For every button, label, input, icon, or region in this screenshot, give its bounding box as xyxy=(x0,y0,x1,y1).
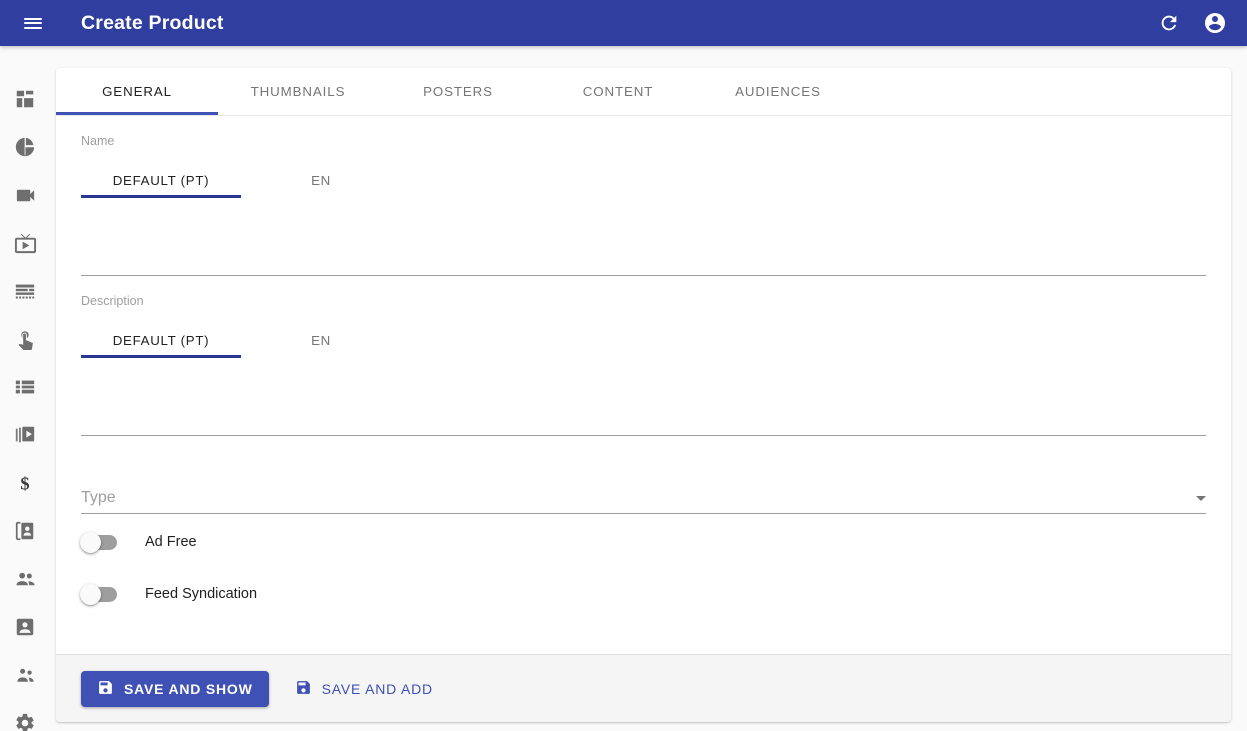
contact-phone-icon xyxy=(14,520,36,542)
ad-free-toggle[interactable] xyxy=(80,531,117,553)
sidebar-item-account-box[interactable] xyxy=(0,603,50,651)
feed-syndication-label: Feed Syndication xyxy=(145,586,258,602)
tab-posters-label: POSTERS xyxy=(423,84,493,99)
pie-chart-icon xyxy=(14,136,36,158)
dollar-icon: $ xyxy=(14,472,36,494)
sidebar-item-dashboard[interactable] xyxy=(0,75,50,123)
form-body: Name DEFAULT (PT) EN Description DEFAULT… xyxy=(56,116,1231,654)
tab-posters[interactable]: POSTERS xyxy=(378,68,538,115)
account-circle-icon[interactable] xyxy=(1199,7,1231,39)
description-language-tabs: DEFAULT (PT) EN xyxy=(81,322,1206,358)
tab-general-label: GENERAL xyxy=(102,84,172,99)
sidebar-item-settings[interactable] xyxy=(0,699,50,731)
save-icon xyxy=(97,679,114,699)
save-and-add-label: SAVE AND ADD xyxy=(321,680,433,697)
name-language-tabs: DEFAULT (PT) EN xyxy=(81,162,1206,198)
sidebar-item-supervisor-account[interactable] xyxy=(0,651,50,699)
description-input[interactable] xyxy=(81,358,1206,436)
svg-text:$: $ xyxy=(20,473,29,493)
sidebar-item-interactive[interactable] xyxy=(0,315,50,363)
sidebar-item-live-tv[interactable] xyxy=(0,219,50,267)
settings-gear-icon xyxy=(14,712,36,731)
sidebar-item-billing[interactable]: $ xyxy=(0,459,50,507)
video-library-icon xyxy=(14,424,36,446)
page-title: Create Product xyxy=(81,11,224,34)
supervisor-account-icon xyxy=(14,664,37,687)
refresh-icon[interactable] xyxy=(1153,7,1185,39)
list-icon xyxy=(14,376,36,398)
type-select-placeholder: Type xyxy=(81,489,116,506)
dashboard-icon xyxy=(14,88,36,110)
feed-syndication-toggle[interactable] xyxy=(80,583,117,605)
sidebar-item-videos[interactable] xyxy=(0,171,50,219)
name-lang-tab-default-pt[interactable]: DEFAULT (PT) xyxy=(81,162,241,198)
tab-general[interactable]: GENERAL xyxy=(56,68,218,115)
description-field-label: Description xyxy=(81,294,144,308)
save-and-show-label: SAVE AND SHOW xyxy=(124,680,253,697)
tab-thumbnails[interactable]: THUMBNAILS xyxy=(218,68,378,115)
type-select[interactable]: Type xyxy=(81,474,1206,514)
name-lang-tab-en[interactable]: EN xyxy=(241,162,401,198)
sidebar-item-video-library[interactable] xyxy=(0,411,50,459)
feed-syndication-toggle-knob xyxy=(80,583,101,605)
app-bar-actions xyxy=(1153,7,1231,39)
app-bar: Create Product xyxy=(0,0,1247,46)
name-input[interactable] xyxy=(81,198,1206,276)
name-lang-tab-en-label: EN xyxy=(311,172,331,188)
touch-app-icon xyxy=(14,328,36,350)
create-product-card: GENERAL THUMBNAILS POSTERS CONTENT AUDIE… xyxy=(56,68,1231,722)
tab-bar: GENERAL THUMBNAILS POSTERS CONTENT AUDIE… xyxy=(56,68,1231,116)
tab-audiences[interactable]: AUDIENCES xyxy=(698,68,858,115)
sidebar: $ xyxy=(0,46,50,731)
form-actions: SAVE AND SHOW SAVE AND ADD xyxy=(56,654,1231,722)
description-lang-tab-en-label: EN xyxy=(311,332,331,348)
name-lang-tab-default-pt-label: DEFAULT (PT) xyxy=(112,172,210,188)
description-lang-tab-default-pt[interactable]: DEFAULT (PT) xyxy=(81,322,241,358)
chevron-down-icon xyxy=(1196,496,1206,501)
sidebar-item-people[interactable] xyxy=(0,555,50,603)
description-lang-tab-en[interactable]: EN xyxy=(241,322,401,358)
sidebar-item-analytics[interactable] xyxy=(0,123,50,171)
account-box-icon xyxy=(14,616,36,638)
name-field-label: Name xyxy=(81,134,115,148)
sidebar-item-list[interactable] xyxy=(0,363,50,411)
videocam-icon xyxy=(14,184,37,207)
subtitles-icon xyxy=(14,280,36,302)
save-and-add-button[interactable]: SAVE AND ADD xyxy=(283,671,445,707)
ad-free-toggle-row: Ad Free xyxy=(80,518,1206,566)
sidebar-item-subtitles[interactable] xyxy=(0,267,50,315)
ad-free-toggle-knob xyxy=(80,531,101,553)
feed-syndication-toggle-row: Feed Syndication xyxy=(80,570,1206,618)
description-lang-tab-default-pt-label: DEFAULT (PT) xyxy=(112,332,210,348)
live-tv-icon xyxy=(14,232,37,255)
sidebar-item-contact-phone[interactable] xyxy=(0,507,50,555)
tab-content-label: CONTENT xyxy=(582,84,654,99)
tab-content[interactable]: CONTENT xyxy=(538,68,698,115)
save-and-show-button[interactable]: SAVE AND SHOW xyxy=(81,670,269,707)
people-icon xyxy=(14,568,37,591)
tab-audiences-label: AUDIENCES xyxy=(735,84,821,99)
save-icon xyxy=(295,679,312,699)
tab-thumbnails-label: THUMBNAILS xyxy=(250,84,346,99)
hamburger-menu-icon[interactable] xyxy=(13,3,53,43)
ad-free-label: Ad Free xyxy=(145,534,197,550)
